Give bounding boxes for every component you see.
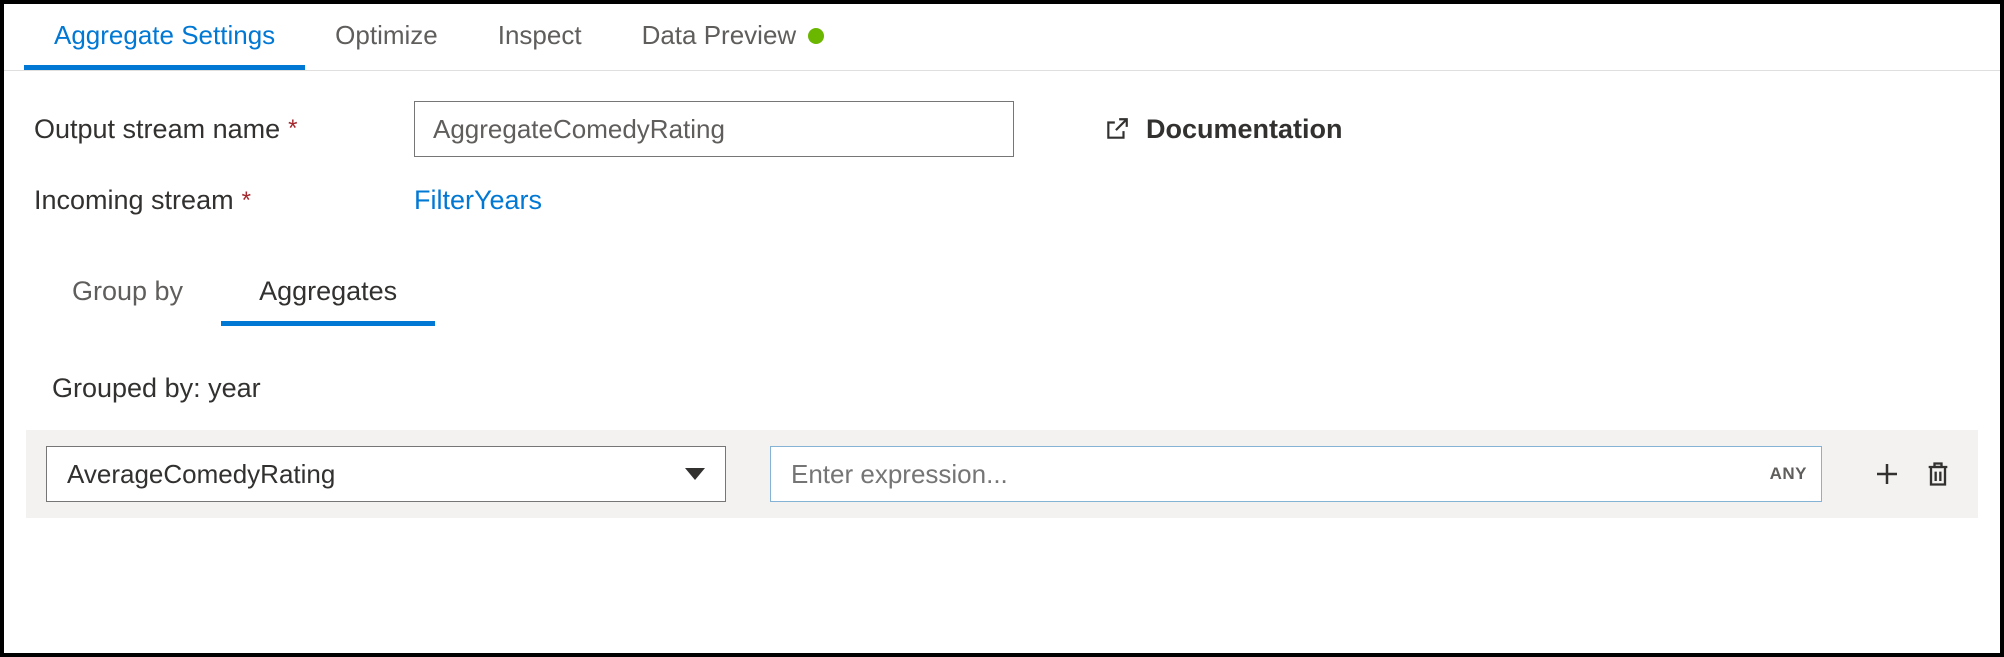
status-dot-icon bbox=[808, 28, 824, 44]
open-external-icon bbox=[1104, 116, 1130, 142]
required-asterisk-icon: * bbox=[288, 115, 297, 143]
column-select[interactable]: AverageComedyRating bbox=[46, 446, 726, 502]
tab-data-preview-label: Data Preview bbox=[642, 20, 797, 51]
documentation-label: Documentation bbox=[1146, 114, 1343, 145]
output-stream-label: Output stream name * bbox=[34, 114, 414, 145]
delete-button[interactable] bbox=[1924, 460, 1952, 488]
form-area: Output stream name * Documentation Incom… bbox=[4, 71, 2000, 254]
main-tabs: Aggregate Settings Optimize Inspect Data… bbox=[4, 4, 2000, 71]
output-stream-label-text: Output stream name bbox=[34, 114, 280, 145]
column-select-value: AverageComedyRating bbox=[67, 459, 335, 490]
tab-data-preview[interactable]: Data Preview bbox=[612, 4, 855, 70]
sub-tabs: Group by Aggregates bbox=[4, 254, 2000, 327]
incoming-stream-row: Incoming stream * FilterYears bbox=[34, 185, 1970, 216]
aggregate-row: AverageComedyRating ANY bbox=[26, 430, 1978, 518]
subtab-group-by[interactable]: Group by bbox=[34, 264, 221, 326]
incoming-stream-label-text: Incoming stream bbox=[34, 185, 234, 216]
grouped-by-text: Grouped by: year bbox=[4, 327, 2000, 430]
output-stream-input[interactable] bbox=[414, 101, 1014, 157]
add-button[interactable] bbox=[1872, 459, 1902, 489]
expression-input-wrap[interactable]: ANY bbox=[770, 446, 1822, 502]
type-badge: ANY bbox=[1770, 464, 1807, 484]
output-stream-row: Output stream name * Documentation bbox=[34, 101, 1970, 157]
documentation-link[interactable]: Documentation bbox=[1104, 114, 1343, 145]
expression-input[interactable] bbox=[791, 459, 1770, 490]
tab-optimize[interactable]: Optimize bbox=[305, 4, 468, 70]
incoming-stream-label: Incoming stream * bbox=[34, 185, 414, 216]
tab-aggregate-settings[interactable]: Aggregate Settings bbox=[24, 4, 305, 70]
incoming-stream-link[interactable]: FilterYears bbox=[414, 185, 542, 216]
tab-inspect[interactable]: Inspect bbox=[468, 4, 612, 70]
chevron-down-icon bbox=[685, 468, 705, 480]
row-actions bbox=[1866, 459, 1958, 489]
required-asterisk-icon: * bbox=[242, 187, 251, 215]
subtab-aggregates[interactable]: Aggregates bbox=[221, 264, 435, 326]
